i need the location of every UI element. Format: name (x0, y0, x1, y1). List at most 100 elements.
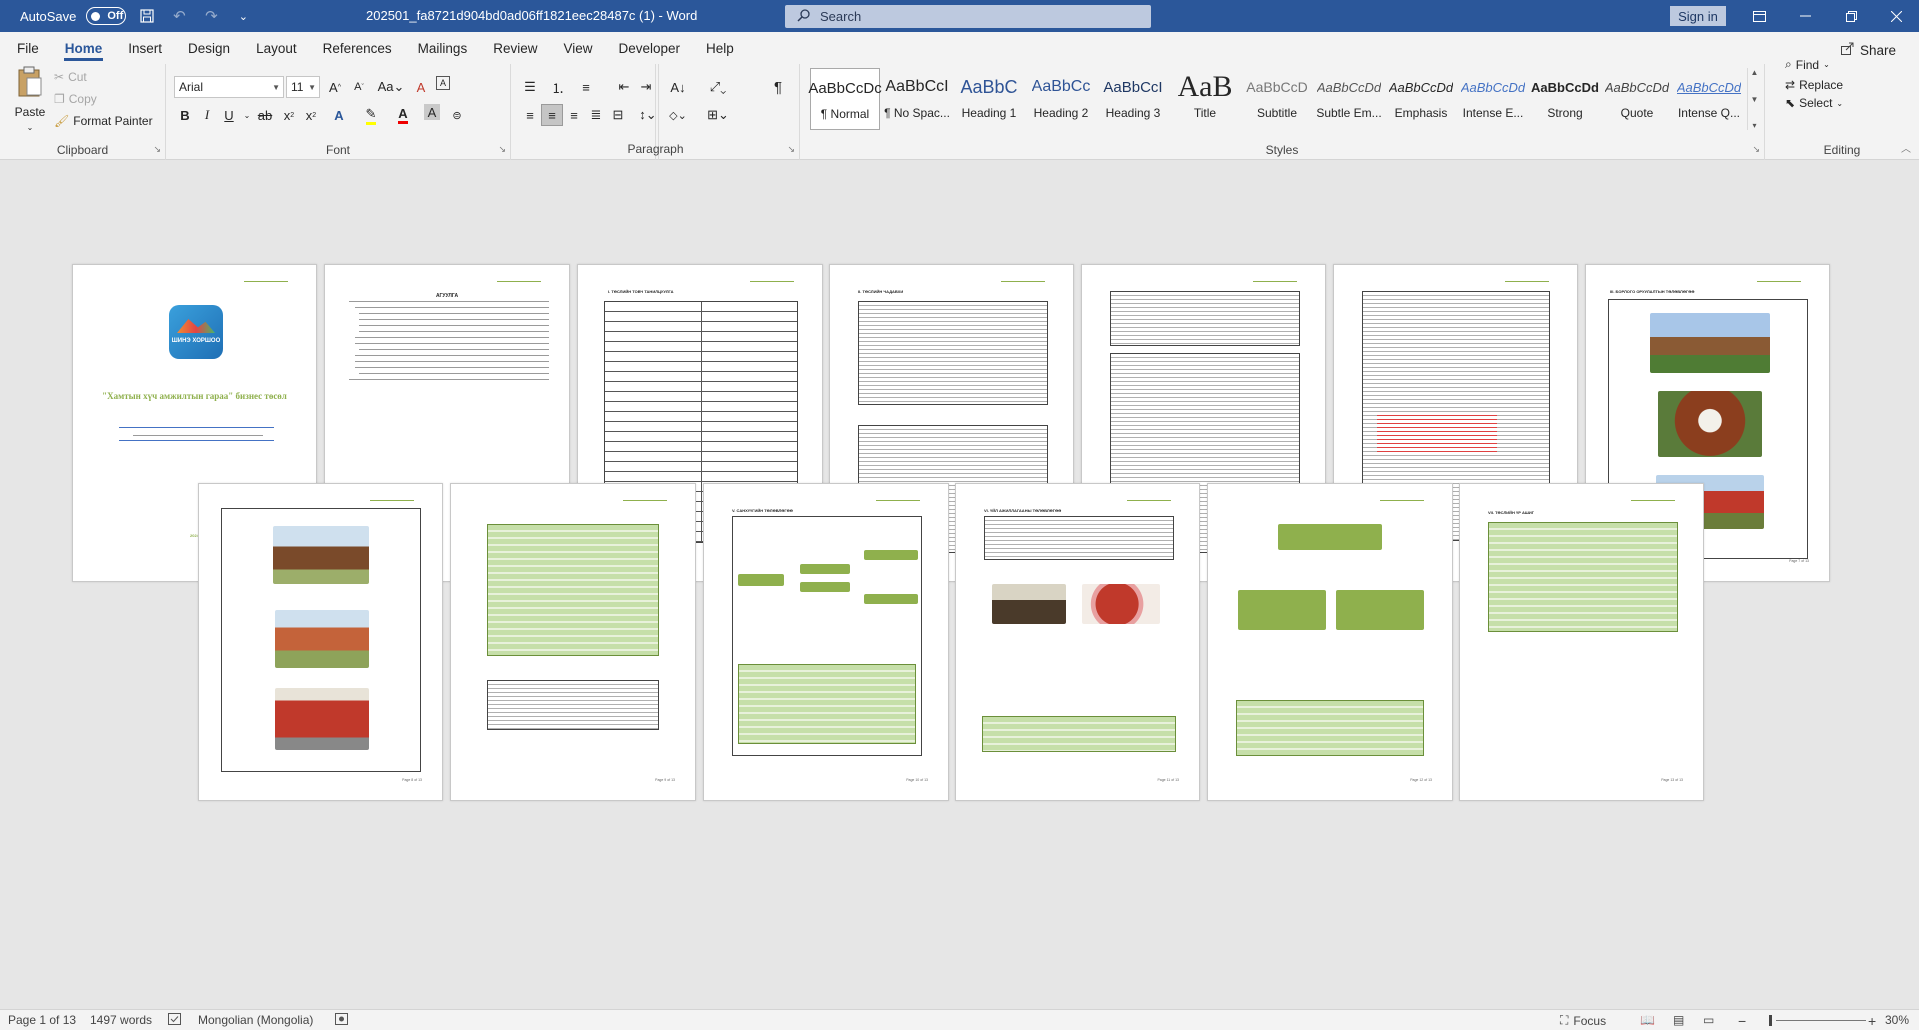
tab-layout[interactable]: Layout (243, 32, 310, 64)
font-size-combo[interactable]: 11 ▼ (286, 76, 320, 98)
asian-layout-icon[interactable]: ⤢⌄ (703, 76, 733, 98)
font-launcher-icon[interactable]: ↘ (498, 144, 506, 155)
page-thumbnail[interactable]: VI. ҮЙЛ АЖИЛЛАГААНЫ ТӨЛӨВЛӨГӨӨ Page 11 o… (955, 483, 1200, 801)
grow-font-icon[interactable]: A ^ (324, 76, 346, 98)
tab-mailings[interactable]: Mailings (405, 32, 481, 64)
tab-design[interactable]: Design (175, 32, 243, 64)
change-case-icon[interactable]: Aa⌄ (376, 76, 406, 98)
style-no-spacing[interactable]: AaBbCcI ¶ No Spac... (882, 68, 952, 130)
page-thumbnail[interactable]: Page 12 of 13 (1207, 483, 1453, 801)
search-box[interactable]: Search (785, 5, 1151, 28)
clear-formatting-icon[interactable]: A (410, 76, 432, 98)
share-button[interactable]: Share (1832, 37, 1905, 63)
customize-qat-icon[interactable]: ⌄ (232, 5, 254, 27)
align-left-icon[interactable]: ≡ (519, 104, 541, 126)
tab-developer[interactable]: Developer (606, 32, 694, 64)
zoom-slider-thumb[interactable] (1769, 1015, 1772, 1026)
distributed-icon[interactable]: ⊟ (607, 104, 629, 126)
align-right-icon[interactable]: ≡ (563, 104, 585, 126)
close-icon[interactable] (1873, 0, 1919, 32)
zoom-level[interactable]: 30% (1885, 1013, 1909, 1027)
tab-review[interactable]: Review (480, 32, 550, 64)
style-intense-emphasis[interactable]: AaBbCcDd Intense E... (1458, 68, 1528, 130)
bullets-icon[interactable]: ☰ (519, 76, 541, 98)
macro-recording-icon[interactable] (335, 1013, 348, 1025)
read-mode-icon[interactable]: 📖 (1640, 1013, 1655, 1027)
proofing-icon[interactable] (168, 1013, 181, 1025)
font-name-combo[interactable]: Arial ▼ (174, 76, 284, 98)
page-count[interactable]: Page 1 of 13 (8, 1013, 76, 1027)
enclose-characters-icon[interactable]: ⊜ (446, 104, 468, 126)
style-subtle-emphasis[interactable]: AaBbCcDd Subtle Em... (1314, 68, 1384, 130)
justify-icon[interactable]: ≣ (585, 104, 607, 126)
line-spacing-icon[interactable]: ↕⌄ (633, 104, 663, 126)
cut-button[interactable]: ✂ Cut (54, 70, 87, 84)
decrease-indent-icon[interactable]: ⇤ (613, 76, 635, 98)
tab-file[interactable]: File (4, 32, 52, 64)
word-count[interactable]: 1497 words (90, 1013, 152, 1027)
ribbon-display-options-icon[interactable] (1736, 0, 1782, 32)
page-thumbnail[interactable]: V. САНХҮҮГИЙН ТӨЛӨВЛӨГӨӨ Page 10 of 13 (703, 483, 949, 801)
superscript-icon[interactable]: x2 (300, 104, 322, 126)
sort-icon[interactable]: A↓ (663, 76, 693, 98)
styles-launcher-icon[interactable]: ↘ (1752, 144, 1760, 155)
font-color-icon[interactable]: A (392, 104, 414, 126)
styles-gallery-scroll[interactable]: ▲ ▼ ▾ (1747, 68, 1761, 130)
clipboard-launcher-icon[interactable]: ↘ (153, 144, 161, 155)
chevron-up-icon[interactable]: ▲ (1751, 68, 1759, 77)
find-button[interactable]: ⌕ Find ⌄ (1785, 57, 1830, 72)
bold-icon[interactable]: B (174, 104, 196, 126)
page-thumbnail[interactable]: VII. ТӨСЛИЙН ҮР АШИГ Page 13 of 13 (1459, 483, 1704, 801)
print-layout-icon[interactable]: ▤ (1673, 1013, 1684, 1027)
sign-in-button[interactable]: Sign in (1670, 6, 1726, 26)
multilevel-list-icon[interactable]: ≡ (575, 76, 597, 98)
numbering-icon[interactable]: ⒈ (547, 76, 569, 98)
tab-view[interactable]: View (550, 32, 605, 64)
tab-references[interactable]: References (310, 32, 405, 64)
style-heading-2[interactable]: AaBbCc Heading 2 (1026, 68, 1096, 130)
style-heading-1[interactable]: AaBbC Heading 1 (954, 68, 1024, 130)
style-heading-3[interactable]: AaBbCcI Heading 3 (1098, 68, 1168, 130)
style-quote[interactable]: AaBbCcDd Quote (1602, 68, 1672, 130)
shading-icon[interactable]: ◇⌄ (663, 104, 693, 126)
replace-button[interactable]: ⇄ Replace (1785, 78, 1843, 92)
style-subtitle[interactable]: AaBbCcD Subtitle (1242, 68, 1312, 130)
tab-help[interactable]: Help (693, 32, 747, 64)
style-normal[interactable]: AaBbCcDc ¶ Normal (808, 68, 882, 130)
select-button[interactable]: ⬉ Select ⌄ (1785, 96, 1843, 110)
italic-icon[interactable]: I (196, 104, 218, 126)
tab-home[interactable]: Home (52, 32, 116, 64)
language[interactable]: Mongolian (Mongolia) (198, 1013, 313, 1027)
page-thumbnail[interactable]: Page 8 of 13 (198, 483, 443, 801)
copy-button[interactable]: ❐ Copy (54, 92, 97, 106)
text-effects-icon[interactable]: A (328, 104, 350, 126)
show-formatting-marks-icon[interactable]: ¶ (767, 76, 789, 98)
zoom-slider-track[interactable] (1776, 1020, 1866, 1021)
zoom-out-icon[interactable]: − (1738, 1013, 1746, 1029)
highlight-color-icon[interactable]: ✎ (360, 104, 382, 126)
strikethrough-icon[interactable]: ab (254, 104, 276, 126)
web-layout-icon[interactable]: ▭ (1703, 1013, 1714, 1027)
tab-insert[interactable]: Insert (115, 32, 175, 64)
character-shading-icon[interactable]: A (424, 104, 440, 120)
redo-icon[interactable]: ↷ (200, 5, 222, 27)
more-styles-icon[interactable]: ▾ (1752, 121, 1756, 130)
style-emphasis[interactable]: AaBbCcDd Emphasis (1386, 68, 1456, 130)
shrink-font-icon[interactable]: Aˇ (348, 76, 370, 98)
style-title[interactable]: AaB Title (1170, 68, 1240, 130)
chevron-down-icon[interactable]: ▼ (1751, 95, 1759, 104)
document-canvas[interactable]: ШИНЭ ХОРШОО "Хамтын хүч амжилтын гараа" … (0, 161, 1919, 1009)
collapse-ribbon-icon[interactable]: ︿ (1901, 140, 1911, 155)
subscript-icon[interactable]: x2 (278, 104, 300, 126)
align-center-icon[interactable]: ≡ (541, 104, 563, 126)
paste-button[interactable]: Paste ⌄ (12, 66, 48, 132)
minimize-icon[interactable] (1782, 0, 1828, 32)
increase-indent-icon[interactable]: ⇥ (635, 76, 657, 98)
style-strong[interactable]: AaBbCcDd Strong (1530, 68, 1600, 130)
maximize-icon[interactable] (1828, 0, 1874, 32)
format-painter-button[interactable]: 🖌 Format Painter (54, 114, 153, 128)
undo-icon[interactable]: ↶ (168, 5, 190, 27)
character-border-icon[interactable]: A (436, 76, 450, 90)
page-thumbnail[interactable]: Page 9 of 13 (450, 483, 696, 801)
style-intense-quote[interactable]: AaBbCcDd Intense Q... (1674, 68, 1744, 130)
